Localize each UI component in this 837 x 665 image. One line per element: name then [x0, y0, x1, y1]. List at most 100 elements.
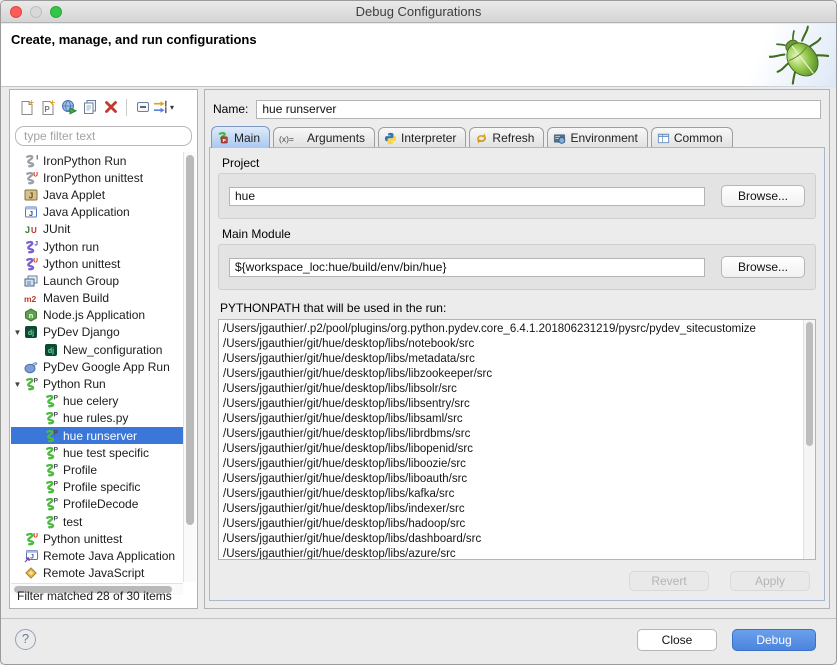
svg-text:P: P — [34, 378, 38, 385]
tree-item-profile[interactable]: PProfile — [11, 461, 183, 478]
pythonpath-entry[interactable]: /Users/jgauthier/git/hue/desktop/libs/li… — [223, 442, 799, 457]
svg-text:(x)=: (x)= — [279, 134, 294, 144]
tree-item-hue-runserver[interactable]: Phue runserver — [11, 427, 183, 444]
tree-item-label: Launch Group — [43, 274, 119, 288]
tree-item-profile-specific[interactable]: PProfile specific — [11, 479, 183, 496]
close-button[interactable]: Close — [637, 629, 717, 651]
close-window-button[interactable] — [10, 6, 22, 18]
tab-refresh-icon — [475, 132, 488, 145]
pythonpath-entry[interactable]: /Users/jgauthier/git/hue/desktop/libs/li… — [223, 457, 799, 472]
tree-item-maven-build[interactable]: m2Maven Build — [11, 290, 183, 307]
tree-item-jython-unittest[interactable]: UJython unittest — [11, 255, 183, 272]
pythonpath-entry[interactable]: /Users/jgauthier/git/hue/desktop/libs/no… — [223, 337, 799, 352]
pythonpath-vertical-scrollbar[interactable] — [803, 320, 815, 559]
pythonpath-entry[interactable]: /Users/jgauthier/git/hue/desktop/libs/li… — [223, 397, 799, 412]
help-button[interactable]: ? — [15, 629, 36, 650]
new-launch-prototype-button[interactable]: P+ — [37, 97, 58, 117]
tree-item-label: Node.js Application — [43, 308, 145, 322]
tree-item-jython-run[interactable]: JJython run — [11, 238, 183, 255]
config-detail-panel: Name: PMain(x)=ArgumentsInterpreterRefre… — [204, 89, 830, 609]
tree-item-python-run[interactable]: ▼ P Python Run — [11, 375, 183, 392]
svg-text:J: J — [34, 240, 38, 247]
pythonpath-entry[interactable]: /Users/jgauthier/git/hue/desktop/libs/li… — [223, 472, 799, 487]
traffic-lights — [10, 6, 62, 18]
svg-text:dj: dj — [28, 330, 34, 337]
tree-item-hue-rules-py[interactable]: Phue rules.py — [11, 410, 183, 427]
delete-button[interactable] — [100, 97, 121, 117]
tab-environment[interactable]: Environment — [547, 127, 647, 148]
tree-item-junit[interactable]: JUJUnit — [11, 221, 183, 238]
tab-interpreter[interactable]: Interpreter — [378, 127, 466, 148]
titlebar[interactable]: Debug Configurations — [1, 1, 836, 23]
tree-item-launch-group[interactable]: Launch Group — [11, 272, 183, 289]
tab-common[interactable]: Common — [651, 127, 733, 148]
tree-item-ironpython-unittest[interactable]: UIronPython unittest — [11, 169, 183, 186]
tree-item-new-configuration[interactable]: djNew_configuration — [11, 341, 183, 358]
pythonpath-list: /Users/jgauthier/.p2/pool/plugins/org.py… — [218, 319, 816, 560]
new-launch-configuration-button[interactable]: + — [16, 97, 37, 117]
project-input[interactable] — [229, 187, 705, 206]
tree-item-label: Python Run — [43, 377, 106, 391]
svg-text:dj: dj — [48, 348, 54, 355]
pythonpath-entry[interactable]: /Users/jgauthier/git/hue/desktop/libs/da… — [223, 532, 799, 547]
tree-item-pydev-django[interactable]: ▼djPyDev Django — [11, 324, 183, 341]
filter-input[interactable] — [15, 126, 192, 146]
pythonpath-entry[interactable]: /Users/jgauthier/git/hue/desktop/libs/li… — [223, 427, 799, 442]
svg-text:n: n — [29, 313, 33, 320]
pythonpath-label: PYTHONPATH that will be used in the run: — [220, 301, 824, 315]
collapse-all-button[interactable] — [132, 97, 153, 117]
tab-arguments[interactable]: (x)=Arguments — [273, 127, 375, 148]
tree-item-ironpython-run[interactable]: IIronPython Run — [11, 152, 183, 169]
pythonpath-entry[interactable]: /Users/jgauthier/git/hue/desktop/libs/me… — [223, 352, 799, 367]
pythonpath-entry[interactable]: /Users/jgauthier/git/hue/desktop/libs/ka… — [223, 487, 799, 502]
tree-item-node-js-application[interactable]: n Node.js Application — [11, 307, 183, 324]
tree-item-java-application[interactable]: JJava Application — [11, 204, 183, 221]
tree-item-hue-test-specific[interactable]: Phue test specific — [11, 444, 183, 461]
apply-button[interactable]: Apply — [730, 571, 810, 591]
pythonpath-entry[interactable]: /Users/jgauthier/git/hue/desktop/libs/li… — [223, 367, 799, 382]
tree-item-label: JUnit — [43, 222, 70, 236]
tab-label: Environment — [570, 131, 637, 145]
pythonpath-entry[interactable]: /Users/jgauthier/git/hue/desktop/libs/li… — [223, 382, 799, 397]
scrollbar-thumb[interactable] — [186, 155, 194, 525]
export-launch-configuration-button[interactable] — [58, 97, 79, 117]
tree-item-remote-javascript[interactable]: Remote JavaScript — [11, 565, 183, 582]
pythonpath-entry[interactable]: /Users/jgauthier/git/hue/desktop/libs/in… — [223, 502, 799, 517]
svg-text:P: P — [54, 412, 58, 419]
filter-icon — [153, 99, 169, 115]
expanded-arrow-icon[interactable]: ▼ — [11, 328, 24, 337]
pythonpath-entry[interactable]: /Users/jgauthier/git/hue/desktop/libs/ha… — [223, 517, 799, 532]
tree-item-hue-celery[interactable]: Phue celery — [11, 393, 183, 410]
tree-item-python-unittest[interactable]: UPython unittest — [11, 530, 183, 547]
zoom-window-button[interactable] — [50, 6, 62, 18]
tree-item-test[interactable]: Ptest — [11, 513, 183, 530]
name-input[interactable] — [256, 100, 821, 119]
pythonpath-entry[interactable]: /Users/jgauthier/.p2/pool/plugins/org.py… — [223, 322, 799, 337]
pythonpath-entry[interactable]: /Users/jgauthier/git/hue/desktop/libs/az… — [223, 547, 799, 560]
svg-text:U: U — [33, 257, 38, 264]
tree-item-pydev-google-app-run[interactable]: PyDev Google App Run — [11, 358, 183, 375]
filter-button[interactable]: ▾ — [153, 97, 174, 117]
tab-refresh[interactable]: Refresh — [469, 127, 544, 148]
tree-item-profiledecode[interactable]: PProfileDecode — [11, 496, 183, 513]
dialog-footer: ? Close Debug — [1, 618, 836, 665]
revert-button[interactable]: Revert — [629, 571, 709, 591]
scrollbar-thumb[interactable] — [806, 322, 813, 446]
expanded-arrow-icon[interactable]: ▼ — [11, 380, 24, 389]
pythonpath-entry[interactable]: /Users/jgauthier/git/hue/desktop/libs/li… — [223, 412, 799, 427]
duplicate-button[interactable] — [79, 97, 100, 117]
debug-button[interactable]: Debug — [732, 629, 816, 651]
main-module-input[interactable] — [229, 258, 705, 277]
tree-item-java-applet[interactable]: JJava Applet — [11, 186, 183, 203]
tree-vertical-scrollbar[interactable] — [183, 152, 196, 582]
minimize-window-button[interactable] — [30, 6, 42, 18]
main-module-browse-button[interactable]: Browse... — [721, 256, 805, 278]
form-buttons: Revert Apply — [629, 571, 810, 591]
tree-item-remote-java-application[interactable]: JRemote Java Application — [11, 547, 183, 564]
tree-item-label: Profile — [63, 463, 97, 477]
collapse-all-icon — [135, 99, 151, 115]
tab-main[interactable]: PMain — [211, 126, 270, 148]
project-browse-button[interactable]: Browse... — [721, 185, 805, 207]
tab-label: Common — [674, 131, 723, 145]
pythonpath-entries: /Users/jgauthier/.p2/pool/plugins/org.py… — [219, 320, 815, 560]
